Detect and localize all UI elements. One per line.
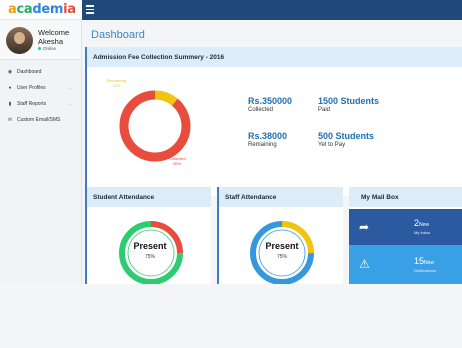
page-title: Dashboard (91, 29, 145, 41)
inbox-label: My Inbox (414, 230, 431, 235)
notifications-count-value: 15 (414, 256, 425, 266)
sidebar-item-label: Custom Email/SMS (17, 117, 61, 123)
mailbox-title: My Mail Box (349, 187, 462, 207)
donut-label-remaining-pct: 11% (112, 82, 121, 88)
notifications-label: Notifications (414, 268, 436, 273)
notifications-new-label: New (424, 260, 435, 266)
dashboard-icon: ◉ (7, 69, 13, 75)
student-attendance-title: Student Attendance (87, 187, 211, 207)
app-root: academia Welcome Akesha Online ◉ Dashboa… (0, 0, 462, 348)
paid-students: 1500 Students (318, 96, 380, 106)
inbox-count: 2New (414, 218, 429, 228)
mailbox-panel: My Mail Box ➦ 2New My Inbox ⚠ 15New Noti… (349, 187, 462, 284)
remaining-amount: Rs.38000 (248, 131, 288, 141)
staff-present-value: 75% (276, 254, 287, 260)
student-present-label: Present (133, 241, 167, 251)
paid-label: Paid (318, 107, 331, 113)
user-name: Akesha (38, 37, 64, 46)
pending-label: Yet to Pay (318, 142, 346, 148)
notifications-count: 15New (414, 256, 434, 266)
donut-slice-collected (119, 90, 191, 162)
sidebar-item-staff-reports[interactable]: ▮ Staff Reports ‹ (0, 96, 81, 112)
staff-present-label: Present (265, 241, 299, 251)
inbox-tile[interactable]: ➦ 2New My Inbox (349, 209, 462, 245)
logo-part-3: dem (32, 2, 64, 17)
inbox-new-label: New (419, 222, 430, 228)
avatar[interactable] (6, 27, 33, 54)
sidebar: Welcome Akesha Online ◉ Dashboard ● User… (0, 20, 82, 284)
staff-attendance-panel: Staff Attendance Present 75% (217, 187, 343, 284)
sidebar-item-label: Dashboard (17, 69, 42, 75)
menu-toggle-icon[interactable] (86, 5, 94, 14)
fee-summary-title: Admission Fee Collection Summery - 2016 (87, 47, 462, 67)
collected-amount: Rs.350000 (248, 96, 293, 106)
collected-label: Collected (248, 107, 274, 113)
sidebar-item-custom-email-sms[interactable]: ✉ Custom Email/SMS (0, 112, 81, 128)
gauge-inner-ring (127, 229, 175, 277)
app-logo[interactable]: academia (8, 2, 76, 17)
logo-part-2: ca (16, 2, 33, 17)
welcome-text: Welcome (38, 28, 70, 37)
gauge-inner-ring (258, 229, 306, 277)
users-icon: ● (8, 85, 12, 91)
student-attendance-panel: Student Attendance Present 75% (85, 187, 211, 284)
donut-label-collected-pct: 89% (173, 160, 182, 166)
donut-label-collected: Collected 89% (169, 156, 186, 166)
sidebar-item-label: Staff Reports (17, 101, 47, 107)
user-greeting: Welcome Akesha (38, 28, 69, 46)
remaining-label: Remaining (248, 142, 277, 148)
donut-label-remaining: Remaining 11% (107, 78, 126, 88)
top-navbar (82, 0, 462, 20)
fee-summary-panel: Admission Fee Collection Summery - 2016 … (85, 47, 462, 196)
warning-icon: ⚠ (359, 257, 370, 271)
user-panel: Welcome Akesha Online (0, 20, 81, 60)
pending-students: 500 Students (318, 131, 375, 141)
logo-part-4: ia (63, 2, 76, 17)
notifications-tile[interactable]: ⚠ 15New Notifications (349, 245, 462, 284)
sidebar-item-dashboard[interactable]: ◉ Dashboard (0, 64, 81, 80)
logo-bar: academia (0, 0, 82, 20)
chart-icon: ▮ (8, 101, 12, 107)
sidebar-item-label: User Profiles (17, 85, 46, 91)
staff-attendance-title: Staff Attendance (219, 187, 343, 207)
share-arrow-icon: ➦ (359, 220, 370, 234)
chevron-left-icon: ‹ (69, 85, 72, 91)
sidebar-item-user-profiles[interactable]: ● User Profiles ‹ (0, 80, 81, 96)
student-present-value: 75% (144, 254, 155, 260)
chevron-left-icon: ‹ (69, 101, 72, 107)
main-content: Dashboard Admission Fee Collection Summe… (82, 20, 462, 284)
envelope-icon: ✉ (7, 117, 13, 123)
online-status: Online (38, 46, 56, 51)
